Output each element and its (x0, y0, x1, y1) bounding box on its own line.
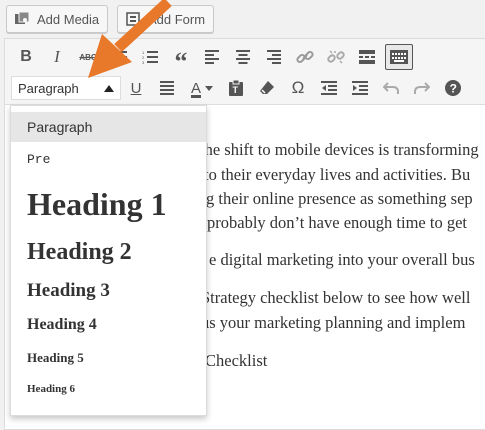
annotation-arrow (88, 0, 172, 78)
